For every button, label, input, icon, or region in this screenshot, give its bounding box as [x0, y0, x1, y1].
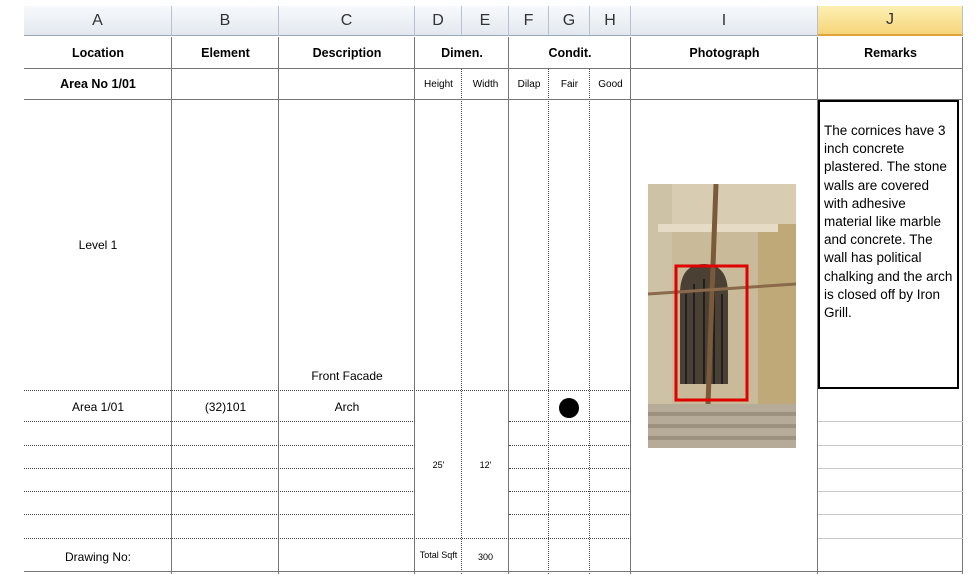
header-photograph[interactable]: Photograph — [631, 37, 818, 68]
grid-line — [278, 37, 279, 574]
grid-line — [24, 468, 415, 469]
column-header-j[interactable]: J — [818, 6, 963, 36]
cell-area-description[interactable]: Arch — [279, 395, 415, 419]
column-header-i[interactable]: I — [631, 6, 818, 36]
grid-line — [24, 445, 415, 446]
column-header-a[interactable]: A — [24, 6, 172, 36]
column-header-e[interactable]: E — [462, 6, 509, 36]
column-header-b[interactable]: B — [172, 6, 279, 36]
cell-width-value[interactable]: 12' — [462, 455, 509, 475]
facade-photo-image — [648, 184, 796, 448]
grid-line — [461, 69, 462, 574]
cell-level[interactable]: Level 1 — [24, 100, 172, 390]
grid-line — [548, 69, 549, 574]
facade-photograph[interactable] — [648, 184, 796, 448]
header-dimen[interactable]: Dimen. — [415, 37, 509, 68]
grid-line — [818, 514, 963, 515]
grid-line — [589, 69, 590, 574]
spreadsheet: A B C D E F G H I J Location Element Des… — [0, 0, 976, 574]
column-header-c[interactable]: C — [279, 6, 415, 36]
grid-line — [24, 421, 415, 422]
grid-line — [509, 491, 631, 492]
cell-area-no[interactable]: Area No 1/01 — [24, 69, 172, 99]
header-condit[interactable]: Condit. — [509, 37, 631, 68]
grid-line — [818, 491, 963, 492]
cell-good-label[interactable]: Good — [590, 69, 631, 99]
grid-line — [171, 37, 172, 574]
cell-area-location[interactable]: Area 1/01 — [24, 395, 172, 419]
cell-area-element[interactable]: (32)101 — [172, 395, 279, 419]
grid-line — [24, 99, 963, 100]
cell-dilap-label[interactable]: Dilap — [509, 69, 549, 99]
grid-line — [24, 491, 415, 492]
grid-line — [817, 37, 818, 574]
remarks-text-cell[interactable]: The cornices have 3 inch concrete plaste… — [818, 100, 959, 389]
cell-height-value[interactable]: 25' — [415, 455, 462, 475]
grid-line — [508, 37, 509, 574]
grid-line — [818, 445, 963, 446]
grid-line — [509, 421, 631, 422]
grid-line — [414, 37, 415, 574]
condition-fair-marker — [559, 398, 579, 418]
cell-fair-label[interactable]: Fair — [549, 69, 590, 99]
cell-drawing-no[interactable]: Drawing No: — [24, 543, 172, 571]
grid-line — [509, 468, 631, 469]
grid-line — [24, 390, 631, 391]
header-remarks[interactable]: Remarks — [818, 37, 963, 68]
cell-height-label[interactable]: Height — [415, 69, 462, 99]
grid-line — [24, 514, 415, 515]
grid-line — [818, 421, 963, 422]
grid-line — [24, 538, 631, 539]
grid-line — [630, 37, 631, 574]
grid-line — [509, 445, 631, 446]
column-header-g[interactable]: G — [549, 6, 590, 36]
grid-line — [24, 571, 963, 572]
grid-line — [509, 514, 631, 515]
header-description[interactable]: Description — [279, 37, 415, 68]
column-header-f[interactable]: F — [509, 6, 549, 36]
grid-line — [818, 538, 963, 539]
cell-width-label[interactable]: Width — [462, 69, 509, 99]
header-element[interactable]: Element — [172, 37, 279, 68]
grid-line — [24, 68, 963, 69]
column-header-d[interactable]: D — [415, 6, 462, 36]
cell-front-facade[interactable]: Front Facade — [279, 364, 415, 388]
column-header-h[interactable]: H — [590, 6, 631, 36]
header-location[interactable]: Location — [24, 37, 172, 68]
grid-line — [818, 468, 963, 469]
cell-total-sqft-label[interactable]: Total Sqft — [415, 539, 462, 571]
cell-total-sqft-value[interactable]: 300 — [462, 543, 509, 571]
grid-line — [962, 37, 963, 574]
